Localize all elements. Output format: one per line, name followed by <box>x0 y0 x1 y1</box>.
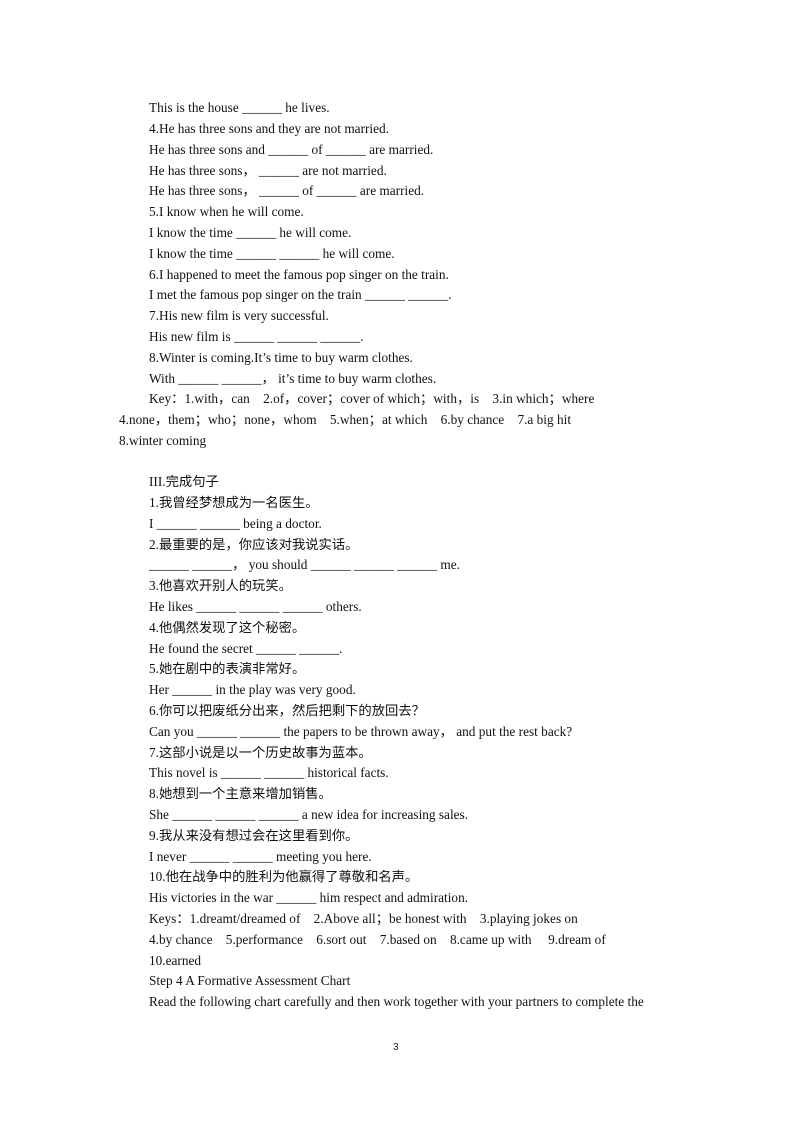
answer-key-line: Key：1.with，can 2.of，cover；cover of which… <box>149 391 595 406</box>
text-line: 7.这部小说是以一个历史故事为蓝本。 <box>149 745 372 760</box>
text-line: 1.我曾经梦想成为一名医生。 <box>149 495 319 510</box>
answer-key-line: 10.earned <box>149 953 202 968</box>
text-line: 5.I know when he will come. <box>149 204 304 219</box>
answer-key-line: 4.by chance 5.performance 6.sort out 7.b… <box>149 932 606 947</box>
text-line: Read the following chart carefully and t… <box>149 994 644 1009</box>
text-line: This is the house ______ he lives. <box>149 100 330 115</box>
text-line: 4.He has three sons and they are not mar… <box>149 121 389 136</box>
answer-key-line: Keys：1.dreamt/dreamed of 2.Above all；be … <box>149 911 578 926</box>
text-line: I never ______ ______ meeting you here. <box>149 849 372 864</box>
text-line: I ______ ______ being a doctor. <box>149 516 322 531</box>
document-page: This is the house ______ he lives. 4.He … <box>0 0 793 1122</box>
text-line: 7.His new film is very successful. <box>149 308 329 323</box>
page-number: 3 <box>393 1042 399 1053</box>
step-heading: Step 4 A Formative Assessment Chart <box>149 973 351 988</box>
text-line: 6.你可以把废纸分出来，然后把剩下的放回去？ <box>149 703 425 718</box>
text-line: I met the famous pop singer on the train… <box>149 287 452 302</box>
text-line: Her ______ in the play was very good. <box>149 682 356 697</box>
text-line: He has three sons， ______ of ______ are … <box>149 183 425 198</box>
text-line: He has three sons and ______ of ______ a… <box>149 142 434 157</box>
text-line: 9.我从来没有想过会在这里看到你。 <box>149 828 359 843</box>
text-line: His victories in the war ______ him resp… <box>149 890 469 905</box>
text-line: I know the time ______ he will come. <box>149 225 352 240</box>
text-line: 5.她在剧中的表演非常好。 <box>149 661 306 676</box>
text-line: He found the secret ______ ______. <box>149 641 343 656</box>
answer-key-line: 8.winter coming <box>119 433 207 448</box>
text-line: Can you ______ ______ the papers to be t… <box>149 724 573 739</box>
text-line: He has three sons， ______ are not marrie… <box>149 163 387 178</box>
answer-key-line: 4.none，them；who；none，whom 5.when；at whic… <box>119 412 572 427</box>
text-line: She ______ ______ ______ a new idea for … <box>149 807 469 822</box>
text-line: ______ ______， you should ______ ______ … <box>149 557 460 572</box>
text-line: 8.Winter is coming.It’s time to buy warm… <box>149 350 413 365</box>
text-line: This novel is ______ ______ historical f… <box>149 765 389 780</box>
text-line: 2.最重要的是，你应该对我说实话。 <box>149 537 359 552</box>
text-line: His new film is ______ ______ ______. <box>149 329 364 344</box>
text-line: 6.I happened to meet the famous pop sing… <box>149 267 449 282</box>
text-line: 8.她想到一个主意来增加销售。 <box>149 786 332 801</box>
section-heading: III.完成句子 <box>149 474 219 489</box>
text-line: 10.他在战争中的胜利为他赢得了尊敬和名声。 <box>149 869 419 884</box>
text-line: He likes ______ ______ ______ others. <box>149 599 362 614</box>
text-line: I know the time ______ ______ he will co… <box>149 246 395 261</box>
text-line: 4.他偶然发现了这个秘密。 <box>149 620 306 635</box>
text-line: With ______ ______， it’s time to buy war… <box>149 371 437 386</box>
text-line: 3.他喜欢开别人的玩笑。 <box>149 578 292 593</box>
